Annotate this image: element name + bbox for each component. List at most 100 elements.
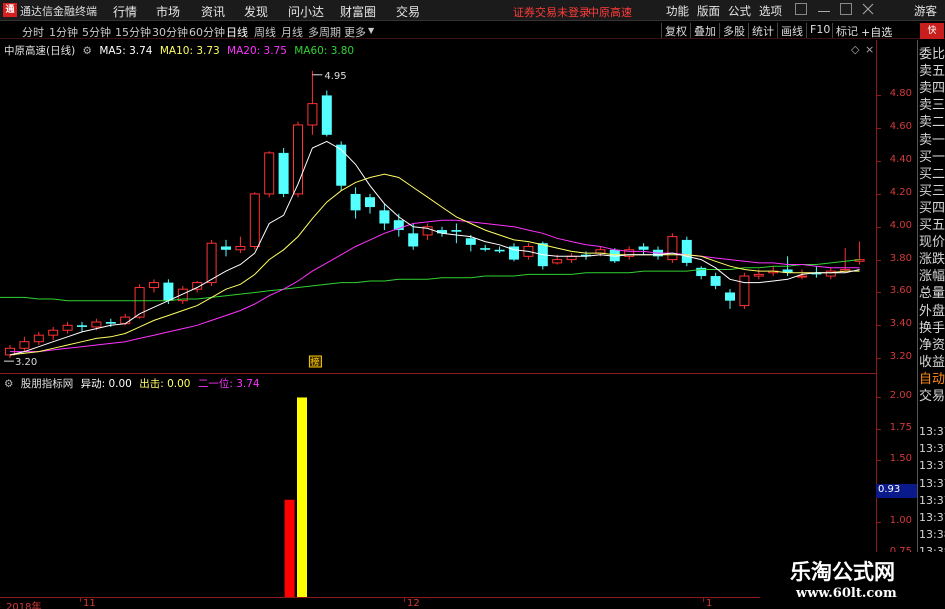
adjust-button[interactable]: 复权	[661, 23, 687, 38]
main-tick-label: 3.60	[889, 285, 912, 297]
login-warning[interactable]: 证券交易未登录	[513, 4, 590, 20]
stock-title: 中原高速(日线)	[4, 45, 76, 57]
minimize-icon[interactable]	[818, 3, 830, 12]
ma5-label: MA5: 3.74	[99, 45, 153, 57]
menu-wealth[interactable]: 财富圈	[340, 3, 376, 20]
candlestick-svg: 4.95 3.20 榜	[0, 71, 865, 368]
menu-ask[interactable]: 问小达	[288, 3, 324, 20]
menu-formula[interactable]: 公式	[728, 3, 751, 19]
indicator-chart[interactable]: ⚙ 股朋指标网 异动: 0.00 出击: 0.00 二一位: 3.74	[0, 373, 876, 597]
period-1min[interactable]: 1分钟	[49, 24, 78, 40]
period-intraday[interactable]: 分时	[22, 24, 44, 40]
main-tick-mark	[877, 259, 881, 261]
main-tick-label: 3.20	[889, 351, 912, 363]
period-multi[interactable]: 多周期	[308, 24, 341, 40]
candle-body-up	[33, 334, 44, 343]
expand-icon[interactable]: ◇	[851, 43, 859, 56]
guest-user[interactable]: 游客	[914, 3, 937, 19]
candle-body-up	[667, 236, 678, 261]
main-tick-label: 4.40	[889, 154, 912, 166]
time-axis: 2018年 11 12 1	[0, 597, 876, 609]
indicator-label-3: 二一位: 3.74	[197, 378, 260, 390]
period-30min[interactable]: 30分钟	[152, 24, 188, 40]
menu-news[interactable]: 资讯	[201, 3, 225, 20]
mark-button[interactable]: 标记	[832, 23, 858, 38]
titlebar-stock-name: 中原高速	[588, 6, 632, 19]
restore-icon[interactable]	[795, 3, 807, 15]
time-tick-dec	[404, 598, 405, 602]
indicator-tick-mark	[877, 522, 881, 524]
period-toolbar: 分时 1分钟 5分钟 15分钟 30分钟 60分钟 日线 周线 月线 多周期 更…	[0, 22, 945, 39]
main-tick-label: 4.80	[889, 88, 912, 100]
candle-body-down	[725, 292, 735, 301]
period-5min[interactable]: 5分钟	[82, 24, 111, 40]
multi-stock-button[interactable]: 多股	[719, 23, 745, 38]
candle-body-up	[19, 341, 30, 349]
main-tick-mark	[877, 325, 881, 327]
menu-options[interactable]: 选项	[759, 3, 782, 19]
period-more[interactable]: 更多	[344, 24, 366, 40]
time-label-jan: 1	[706, 598, 713, 609]
candle-body-up	[566, 255, 577, 261]
f10-button[interactable]: F10	[806, 23, 830, 38]
trade-time: 13:37	[919, 442, 945, 456]
candle-body-up	[739, 275, 750, 307]
menu-layout[interactable]: 版面	[697, 3, 720, 19]
period-monthly[interactable]: 月线	[281, 24, 303, 40]
period-15min[interactable]: 15分钟	[115, 24, 151, 40]
candle-body-down	[710, 276, 721, 286]
menu-market[interactable]: 市场	[156, 3, 180, 20]
chart-close-icon[interactable]: ×	[865, 43, 874, 56]
menu-trade[interactable]: 交易	[396, 3, 420, 20]
trade-time: 13:38	[919, 528, 945, 542]
indicator-tick-label: 1.75	[889, 421, 912, 433]
main-tick-label: 4.20	[889, 186, 912, 198]
maximize-icon[interactable]	[840, 3, 852, 15]
chevron-down-icon[interactable]: ▼	[368, 26, 374, 35]
candle-body-up	[120, 316, 131, 325]
indicator-svg	[284, 397, 307, 597]
trade-time: 13:37	[919, 476, 945, 490]
indicator-settings-icon[interactable]: ⚙	[4, 378, 13, 390]
watermark-cn: 乐淘公式网	[790, 560, 895, 584]
candle-body-down	[480, 248, 491, 250]
app-title: 通达信金融终端	[20, 5, 97, 18]
period-weekly[interactable]: 周线	[254, 24, 276, 40]
indicator-current-value: 0.93	[876, 484, 917, 498]
period-daily[interactable]: 日线	[226, 24, 248, 40]
indicator-tick-label: 1.00	[889, 515, 912, 527]
add-favorite-button[interactable]: +自选	[861, 24, 892, 40]
indicator-title: 股朋指标网	[20, 378, 74, 390]
close-x-glyph	[862, 3, 874, 15]
main-tick-mark	[877, 292, 881, 294]
close-icon[interactable]	[862, 3, 874, 15]
candle-body-up	[264, 152, 275, 195]
high-price-label: 4.95	[324, 71, 346, 82]
draw-line-button[interactable]: 画线	[777, 23, 803, 38]
settings-icon[interactable]: ⚙	[83, 45, 92, 57]
ma10-label: MA10: 3.73	[159, 45, 220, 57]
menu-discover[interactable]: 发现	[244, 3, 268, 20]
candle-body-down	[278, 152, 289, 194]
candle-body-up	[753, 273, 764, 277]
statistics-button[interactable]: 统计	[748, 23, 774, 38]
time-tick-nov	[80, 598, 81, 602]
app-logo-icon: 通	[3, 3, 17, 17]
candle-body-down	[408, 233, 419, 247]
main-tick-label: 3.80	[889, 252, 912, 264]
menu-function[interactable]: 功能	[666, 3, 689, 19]
candle-body-down	[350, 193, 361, 211]
indicator-label-2: 出击: 0.00	[139, 378, 191, 390]
ma10-line	[9, 173, 860, 356]
candle-body-down	[465, 238, 476, 245]
candlestick-chart[interactable]: 4.95 3.20 榜 中原高速(日线) ⚙ MA5: 3.74 MA10: 3.7…	[0, 40, 876, 372]
candle-body-up	[825, 270, 836, 277]
low-price-label: 3.20	[15, 357, 37, 368]
side-label[interactable]: 交易	[919, 385, 945, 404]
overlay-button[interactable]: 叠加	[690, 23, 716, 38]
menu-quotes[interactable]: 行情	[113, 3, 137, 20]
main-tick-mark	[877, 226, 881, 228]
side-panel-tab[interactable]: 快	[920, 23, 944, 39]
main-tick-mark	[877, 358, 881, 360]
period-60min[interactable]: 60分钟	[189, 24, 225, 40]
